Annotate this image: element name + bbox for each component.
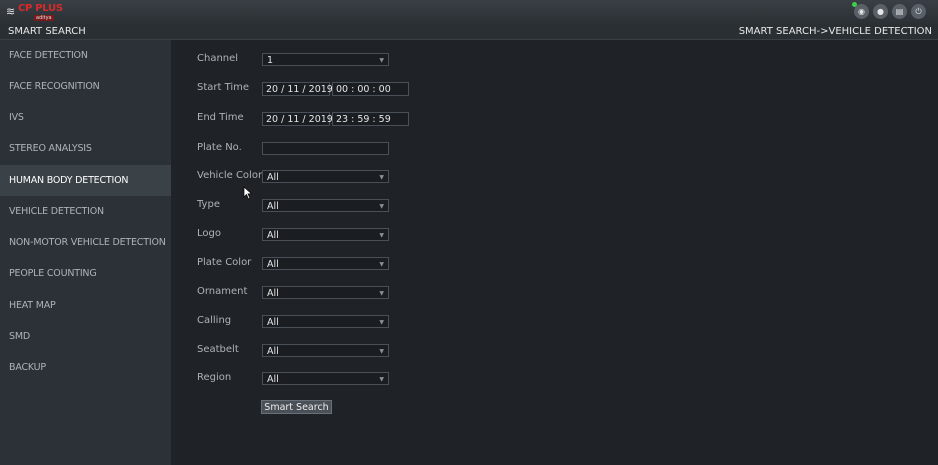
chevron-down-icon: ▼ [379,57,384,64]
start-date-field[interactable]: 20 / 11 / 2019 [262,82,333,96]
sidebar-item-smd[interactable]: SMD [0,321,171,352]
seatbelt-value: All [267,346,279,357]
user-icon[interactable]: ● [873,4,888,19]
cp-plus-logo: ≋ CP PLUS aditya [6,3,70,22]
sidebar-item-face-detection[interactable]: FACE DETECTION [0,40,171,71]
chevron-down-icon: ▼ [379,376,384,383]
channel-label: Channel [197,53,239,64]
title-bar: SMART SEARCH SMART SEARCH->VEHICLE DETEC… [0,24,938,40]
vehicle-color-select[interactable]: All ▼ [262,170,389,183]
plate-no-label: Plate No. [197,142,242,153]
logo-sub-text: aditya [34,15,54,21]
calling-select[interactable]: All ▼ [262,315,389,328]
mouse-cursor-icon [243,186,253,200]
logo-select[interactable]: All ▼ [262,228,389,241]
seatbelt-label: Seatbelt [197,344,239,355]
chevron-down-icon: ▼ [379,261,384,268]
chevron-down-icon: ▼ [379,203,384,210]
logo-brand-text: CP PLUS [18,3,63,14]
start-time-label: Start Time [197,82,250,93]
ornament-value: All [267,288,279,299]
type-value: All [267,201,279,212]
sidebar-item-human-body-detection[interactable]: HUMAN BODY DETECTION [0,165,171,196]
sidebar-item-backup[interactable]: BACKUP [0,352,171,383]
channel-select[interactable]: 1 ▼ [262,53,389,66]
type-label: Type [197,199,220,210]
end-time-label: End Time [197,112,244,123]
sidebar-item-stereo-analysis[interactable]: STEREO ANALYSIS [0,133,171,164]
chevron-down-icon: ▼ [379,232,384,239]
plate-color-label: Plate Color [197,257,252,268]
start-time-field[interactable]: 00 : 00 : 00 [332,82,409,96]
logo-value: All [267,230,279,241]
logo-label: Logo [197,228,221,239]
chevron-down-icon: ▼ [379,290,384,297]
calling-value: All [267,317,279,328]
ornament-select[interactable]: All ▼ [262,286,389,299]
eye-icon[interactable]: ◉ [852,2,869,19]
sidebar-item-ivs[interactable]: IVS [0,102,171,133]
plate-color-select[interactable]: All ▼ [262,257,389,270]
plate-no-input[interactable] [262,142,389,155]
sidebar-item-vehicle-detection[interactable]: VEHICLE DETECTION [0,196,171,227]
region-label: Region [197,372,232,383]
top-bar: ≋ CP PLUS aditya ◉ ● ▤ ⏻ [0,0,938,24]
chevron-down-icon: ▼ [379,319,384,326]
ornament-label: Ornament [197,286,248,297]
vehicle-color-value: All [267,172,279,183]
sidebar: FACE DETECTION FACE RECOGNITION IVS STER… [0,40,171,465]
channel-value: 1 [267,55,274,66]
logo-mark-icon: ≋ [6,5,16,18]
vehicle-color-label: Vehicle Color [197,170,263,181]
end-date-field[interactable]: 20 / 11 / 2019 [262,112,333,126]
menu-icon[interactable]: ▤ [892,4,907,19]
sidebar-item-heat-map[interactable]: HEAT MAP [0,290,171,321]
seatbelt-select[interactable]: All ▼ [262,344,389,357]
region-select[interactable]: All ▼ [262,372,389,385]
type-select[interactable]: All ▼ [262,199,389,212]
breadcrumb: SMART SEARCH->VEHICLE DETECTION [738,26,932,37]
status-dot [852,2,857,7]
sidebar-item-face-recognition[interactable]: FACE RECOGNITION [0,71,171,102]
sidebar-item-people-counting[interactable]: PEOPLE COUNTING [0,258,171,289]
calling-label: Calling [197,315,232,326]
chevron-down-icon: ▼ [379,174,384,181]
end-time-field[interactable]: 23 : 59 : 59 [332,112,409,126]
region-value: All [267,374,279,385]
power-icon[interactable]: ⏻ [911,4,926,19]
plate-color-value: All [267,259,279,270]
page-title: SMART SEARCH [8,26,86,37]
chevron-down-icon: ▼ [379,348,384,355]
sidebar-item-non-motor-vehicle-detection[interactable]: NON-MOTOR VEHICLE DETECTION [0,227,171,258]
smart-search-button[interactable]: Smart Search [261,400,332,414]
